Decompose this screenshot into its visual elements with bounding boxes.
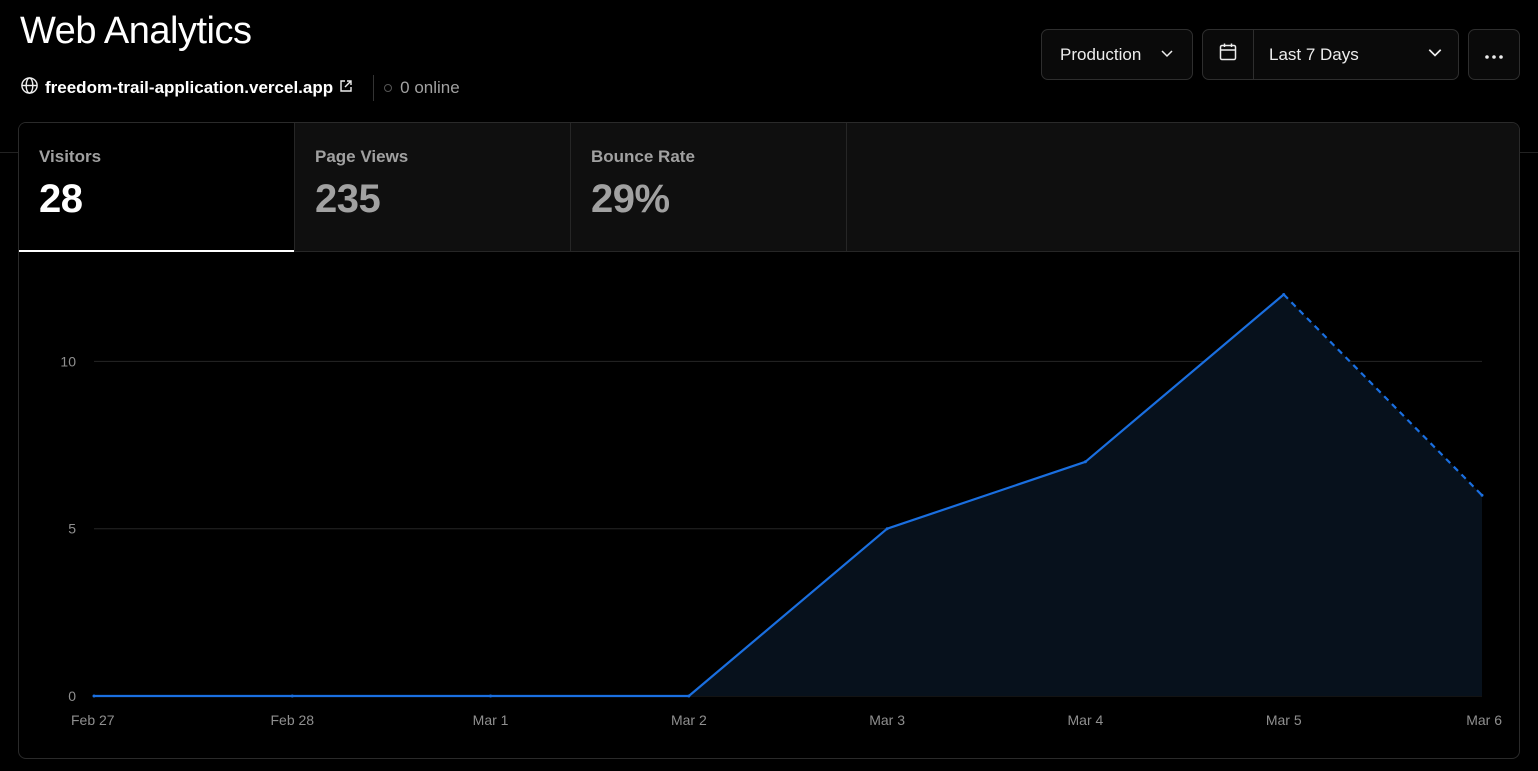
metric-value: 29% <box>591 177 670 221</box>
environment-label: Production <box>1060 44 1142 64</box>
site-link[interactable]: freedom-trail-application.vercel.app <box>20 76 353 100</box>
environment-select[interactable]: Production <box>1041 29 1193 80</box>
date-range-select[interactable]: Last 7 Days <box>1202 29 1459 80</box>
divider <box>373 75 375 101</box>
tab-page-views[interactable]: Page Views 235 <box>295 123 571 251</box>
more-options-button[interactable] <box>1468 29 1520 80</box>
globe-icon <box>20 76 39 100</box>
calendar-icon <box>1218 42 1238 67</box>
y-tick-label: 0 <box>68 688 76 704</box>
data-point <box>92 694 96 698</box>
y-tick-label: 10 <box>60 353 76 369</box>
metric-tabs: Visitors 28 Page Views 235 Bounce Rate 2… <box>19 123 1519 252</box>
chevron-down-icon <box>1427 44 1443 65</box>
tab-visitors[interactable]: Visitors 28 <box>19 123 295 252</box>
x-tick-label: Mar 6 <box>1466 712 1502 728</box>
tab-bounce-rate[interactable]: Bounce Rate 29% <box>571 123 847 251</box>
metric-label: Bounce Rate <box>591 147 695 166</box>
data-point <box>1480 493 1484 497</box>
analytics-panel: Visitors 28 Page Views 235 Bounce Rate 2… <box>18 122 1520 759</box>
range-dropdown[interactable]: Last 7 Days <box>1254 44 1458 65</box>
x-tick-label: Mar 1 <box>473 712 509 728</box>
site-info-row: freedom-trail-application.vercel.app 0 o… <box>20 75 460 101</box>
site-domain: freedom-trail-application.vercel.app <box>45 78 334 97</box>
data-point <box>1282 292 1286 296</box>
status-dot-icon <box>384 84 393 92</box>
metric-label: Visitors <box>39 147 102 166</box>
online-status: 0 online <box>384 78 460 98</box>
calendar-button[interactable] <box>1203 30 1254 79</box>
data-point <box>687 694 691 698</box>
ellipsis-icon <box>1484 45 1504 65</box>
data-point <box>489 694 493 698</box>
header-divider-right <box>1520 152 1538 153</box>
range-label: Last 7 Days <box>1269 44 1359 64</box>
y-tick-label: 5 <box>68 521 76 537</box>
series-area <box>94 294 1482 696</box>
online-count: 0 online <box>400 78 460 97</box>
x-tick-label: Mar 5 <box>1266 712 1302 728</box>
metric-value: 28 <box>39 177 83 221</box>
header-divider-left <box>0 152 18 153</box>
x-tick-label: Mar 4 <box>1068 712 1104 728</box>
external-link-icon <box>339 78 353 98</box>
data-point <box>290 694 294 698</box>
data-point <box>885 527 889 531</box>
metric-label: Page Views <box>315 147 409 166</box>
visitors-chart: 0 5 10 Feb 27 Feb 28 Mar 1 Mar 2 Mar 3 Mar 4 Mar … <box>60 292 1502 728</box>
metric-value: 235 <box>315 177 381 221</box>
x-tick-label: Feb 27 <box>71 712 115 728</box>
x-tick-label: Mar 2 <box>671 712 707 728</box>
x-tick-label: Feb 28 <box>270 712 314 728</box>
chevron-down-icon <box>1160 45 1174 65</box>
page-title: Web Analytics <box>20 10 252 52</box>
data-point <box>1083 460 1087 464</box>
x-tick-label: Mar 3 <box>869 712 905 728</box>
